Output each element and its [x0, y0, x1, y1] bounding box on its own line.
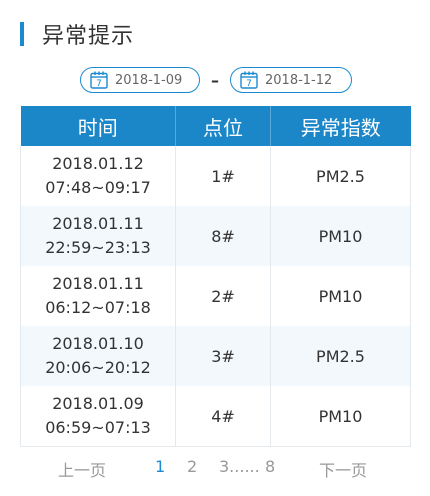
page-8-button[interactable]: 8 — [265, 457, 275, 476]
table-row[interactable]: 2018.01.11 06:12~07:18 2# PM10 — [20, 266, 411, 326]
point-cell: 1# — [175, 146, 271, 206]
page-title: 异常提示 — [42, 24, 135, 49]
point-cell: 3# — [175, 326, 271, 386]
calendar-icon: 7 — [90, 71, 108, 89]
row-time-range: 06:12~07:18 — [45, 298, 151, 317]
column-header-point: 点位 — [175, 106, 271, 146]
date-range-picker: 7 2018-1-09 – 7 2018-1-12 — [80, 66, 352, 94]
calendar-icon: 7 — [240, 71, 258, 89]
calendar-day-label: 7 — [96, 79, 102, 89]
index-cell: PM10 — [270, 266, 411, 326]
end-date-value: 2018-1-12 — [265, 72, 333, 88]
page-2-button[interactable]: 2 — [187, 457, 197, 476]
point-cell: 4# — [175, 386, 271, 447]
time-cell: 2018.01.10 20:06~20:12 — [20, 326, 176, 386]
page: 异常提示 7 2018-1-09 – 7 2018-1-12 时间 点位 异常指… — [0, 0, 430, 496]
calendar-day-label: 7 — [246, 79, 252, 89]
row-time-range: 06:59~07:13 — [45, 418, 151, 437]
end-date-picker[interactable]: 7 2018-1-12 — [230, 67, 352, 93]
time-cell: 2018.01.09 06:59~07:13 — [20, 386, 176, 447]
row-date: 2018.01.09 — [52, 394, 144, 413]
start-date-value: 2018-1-09 — [115, 72, 183, 88]
row-date: 2018.01.10 — [52, 334, 144, 353]
row-date: 2018.01.12 — [52, 154, 144, 173]
table-row[interactable]: 2018.01.11 22:59~23:13 8# PM10 — [20, 206, 411, 266]
time-cell: 2018.01.11 22:59~23:13 — [20, 206, 176, 266]
table-row[interactable]: 2018.01.09 06:59~07:13 4# PM10 — [20, 386, 411, 447]
prev-page-button[interactable]: 上一页 — [58, 457, 106, 481]
row-time-range: 22:59~23:13 — [45, 238, 151, 257]
column-header-time: 时间 — [20, 106, 176, 146]
row-time-range: 07:48~09:17 — [45, 178, 151, 197]
time-cell: 2018.01.12 07:48~09:17 — [20, 146, 176, 206]
header-accent-bar — [20, 22, 24, 46]
anomaly-table: 时间 点位 异常指数 2018.01.12 07:48~09:17 1# PM2… — [20, 106, 411, 447]
point-cell: 2# — [175, 266, 271, 326]
next-page-button[interactable]: 下一页 — [319, 457, 367, 481]
pagination: 上一页 1 2 3...... 8 下一页 — [20, 454, 410, 480]
date-separator: – — [211, 70, 219, 90]
column-header-index: 异常指数 — [270, 106, 411, 146]
page-ellipsis: 3...... — [219, 457, 260, 476]
page-1-button[interactable]: 1 — [155, 457, 165, 476]
index-cell: PM2.5 — [270, 146, 411, 206]
table-row[interactable]: 2018.01.10 20:06~20:12 3# PM2.5 — [20, 326, 411, 386]
row-date: 2018.01.11 — [52, 214, 144, 233]
section-header: 异常提示 — [20, 20, 135, 49]
time-cell: 2018.01.11 06:12~07:18 — [20, 266, 176, 326]
index-cell: PM10 — [270, 386, 411, 447]
start-date-picker[interactable]: 7 2018-1-09 — [80, 67, 200, 93]
row-time-range: 20:06~20:12 — [45, 358, 151, 377]
index-cell: PM2.5 — [270, 326, 411, 386]
table-row[interactable]: 2018.01.12 07:48~09:17 1# PM2.5 — [20, 146, 411, 206]
index-cell: PM10 — [270, 206, 411, 266]
table-header-row: 时间 点位 异常指数 — [20, 106, 411, 146]
row-date: 2018.01.11 — [52, 274, 144, 293]
point-cell: 8# — [175, 206, 271, 266]
